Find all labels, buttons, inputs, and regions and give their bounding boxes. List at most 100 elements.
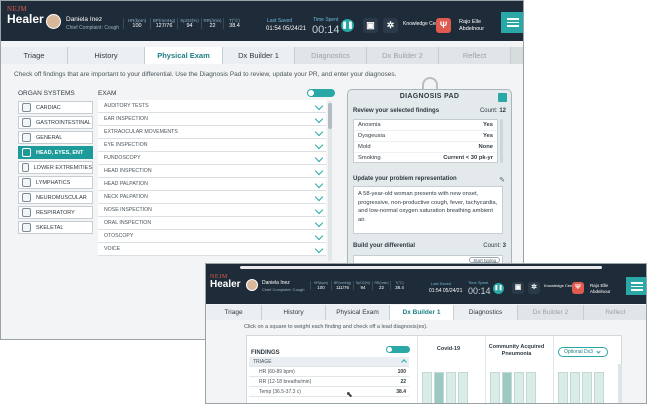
vital-bp: BP(mmHg) 111/76 [331,281,353,290]
weight-cell[interactable] [570,372,580,403]
exam-item[interactable]: EAR INSPECTION [98,113,326,126]
pause-button[interactable]: ❚❚ [341,19,354,32]
tab-diagnostics[interactable]: Diagnostics [454,305,518,320]
leg-icon [22,163,29,172]
expand-icon[interactable] [498,93,507,102]
pencil-icon[interactable]: ✎ [499,176,505,184]
organ-item-lymphatics[interactable]: LYMPHATICS [18,176,93,189]
exam-item[interactable]: HEAD PALPATION [98,178,326,191]
exam-scrollbar[interactable] [328,101,332,261]
optional-dx-select[interactable]: Optional Dx3 [558,347,608,357]
save-button[interactable]: ▣ [363,18,378,33]
menu-button[interactable] [626,277,646,295]
finding-row[interactable]: Dysgeusia Yes [354,131,497,142]
tab-dx-builder-1[interactable]: Dx Builder 1 [223,47,295,64]
exam-heading: EXAM [98,90,117,97]
browser-top-bar [206,264,646,271]
tab-reflect[interactable]: Reflect [584,305,646,320]
tab-diagnostics[interactable]: Diagnostics [295,47,367,64]
exam-item[interactable]: ORAL INSPECTION [98,217,326,230]
weight-cell[interactable] [446,372,456,403]
chief-complaint: Chief Complaint: Cough [66,25,120,31]
exam-item[interactable]: VOICE [98,243,326,256]
settings-button[interactable]: ✲ [383,18,398,33]
tab-reflect[interactable]: Reflect [439,47,511,64]
exam-item[interactable]: EXTRAOCULAR MOVEMENTS [98,126,326,139]
knowledge-center-button[interactable]: Ψ [572,282,584,294]
save-button[interactable]: ▣ [512,282,524,294]
case-tabs: Triage History Physical Exam Dx Builder … [206,305,646,320]
findings-review-heading: Review your selected findings [353,108,440,114]
finding-row[interactable]: Anosmia Yes [354,120,497,131]
finding-value: Yes [483,133,493,139]
pause-button[interactable]: ❚❚ [493,283,504,294]
tab-dx-builder-2[interactable]: Dx Builder 2 [518,305,584,320]
exam-item[interactable]: HEAD INSPECTION [98,165,326,178]
tab-triage[interactable]: Triage [1,47,68,64]
vital-value: 127/76 [155,23,173,29]
chevron-down-icon [314,166,324,176]
weight-cell[interactable] [502,372,512,403]
organ-item-cardiac[interactable]: CARDIAC [18,101,93,114]
organ-item-skeletal[interactable]: SKELETAL [18,221,93,234]
organ-item-head-eyes-ent[interactable]: HEAD, EYES, ENT [18,146,93,159]
tab-dx-builder-1[interactable]: Dx Builder 1 [390,305,454,320]
findings-scrollbar[interactable] [500,119,503,163]
menu-button[interactable] [501,12,523,33]
tab-physical-exam[interactable]: Physical Exam [145,47,223,64]
finding-row[interactable]: Smoking Current < 30 pk-yr [354,153,497,162]
weight-cell[interactable] [558,372,568,403]
finding-row[interactable]: Mold None [354,142,497,153]
expand-all-toggle[interactable] [386,346,410,353]
organ-label: NEUROMUSCULAR [36,194,87,201]
exam-item[interactable]: AUDITORY TESTS [98,100,326,113]
problem-representation-text[interactable]: A 58-year-old woman presents with new on… [353,186,503,234]
organ-item-respiratory[interactable]: RESPIRATORY [18,206,93,219]
tab-history[interactable]: History [262,305,326,320]
knowledge-center-link[interactable]: Knowledge Center [544,283,577,289]
finding-row[interactable]: HR (60-89 bpm) 100 [249,367,409,377]
organ-item-lower-extremities[interactable]: LOWER EXTREMITIES [18,161,93,174]
expand-all-toggle[interactable] [307,89,335,97]
section-label: TRIAGE [253,358,272,365]
weight-cell[interactable] [458,372,468,403]
exam-item[interactable]: OTOSCOPY [98,230,326,243]
finding-row[interactable]: Temp (36.5-37.3 c) 38.4 [249,387,409,397]
vital-value: 38.4 [229,23,240,29]
user-name[interactable]: Rajo Elle Abdelnour [459,19,497,33]
weight-cell[interactable] [582,372,592,403]
optional-dx-label: Optional Dx3 [564,349,593,355]
tab-dx-builder-2[interactable]: Dx Builder 2 [367,47,439,64]
weight-cell[interactable] [434,372,444,403]
grid-scrollbar[interactable] [618,364,622,403]
organ-item-general[interactable]: GENERAL [18,131,93,144]
exam-item[interactable]: NECK PALPATION [98,191,326,204]
weight-cell[interactable] [514,372,524,403]
organ-item-gastrointestinal[interactable]: GASTROINTESTINAL [18,116,93,129]
knowledge-center-link[interactable]: Knowledge Center [403,21,444,27]
findings-section-triage[interactable]: TRIAGE [249,357,409,367]
tab-triage[interactable]: Triage [206,305,262,320]
knowledge-center-button[interactable]: Ψ [436,18,451,33]
exam-item[interactable]: EYE INSPECTION [98,139,326,152]
user-name[interactable]: Rajo Elle Abdelnour [590,283,624,294]
finding-name: Dysgeusia [358,133,386,139]
weight-cell[interactable] [490,372,500,403]
organ-item-neuromuscular[interactable]: NEUROMUSCULAR [18,191,93,204]
exam-item[interactable]: FUNDOSCOPY [98,152,326,165]
weight-cell[interactable] [594,372,604,403]
chevron-down-icon [314,205,324,215]
person-icon [22,133,31,142]
weight-cell[interactable] [526,372,536,403]
tab-physical-exam[interactable]: Physical Exam [326,305,390,320]
scrollbar-thumb[interactable] [328,103,332,129]
stomach-icon [22,118,31,127]
diagnosis-pad-title: DIAGNOSIS PAD [399,93,460,100]
finding-row[interactable]: RR (12-18 breaths/min) 22 [249,377,409,387]
exam-item[interactable]: NOSE INSPECTION [98,204,326,217]
tab-history[interactable]: History [68,47,145,64]
settings-button[interactable]: ✲ [528,282,540,294]
weight-cell[interactable] [422,372,432,403]
hamburger-icon [631,289,643,291]
vital-hr: HR(bpm) 100 [310,281,331,290]
